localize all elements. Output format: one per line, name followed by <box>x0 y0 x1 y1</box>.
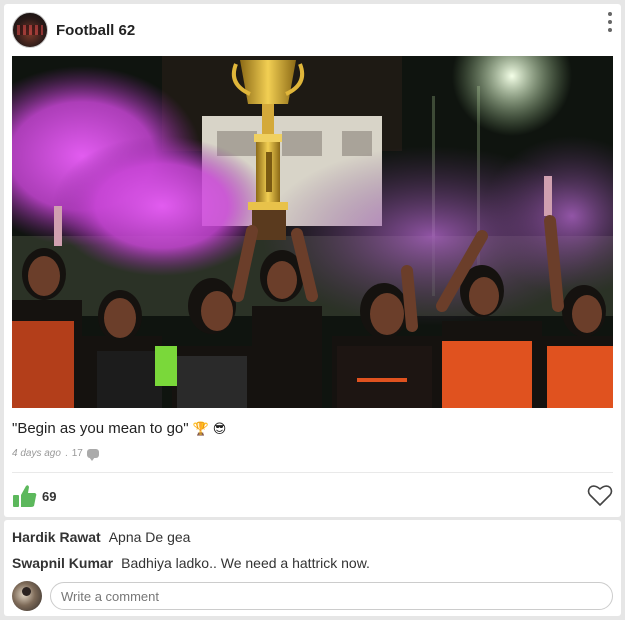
meta-separator: . <box>64 448 68 459</box>
trophy-emoji-icon: 🏆 <box>192 421 209 436</box>
thumbs-up-icon[interactable] <box>12 483 38 509</box>
page: Football 62 "Begin as you mean to go" 🏆 … <box>0 0 625 620</box>
post-header: Football 62 <box>12 12 613 48</box>
post-card: Football 62 "Begin as you mean to go" 🏆 … <box>4 4 621 517</box>
comment-input[interactable] <box>50 582 613 610</box>
comment-bubble-icon[interactable] <box>86 449 99 461</box>
commenter-name[interactable]: Hardik Rawat <box>12 529 101 545</box>
current-user-avatar <box>12 581 42 611</box>
commenter-name[interactable]: Swapnil Kumar <box>12 555 113 571</box>
caption-text: "Begin as you mean to go" <box>12 420 189 437</box>
comment-item: Hardik Rawat Apna De gea <box>12 529 190 545</box>
post-caption: "Begin as you mean to go" 🏆 😎 <box>12 420 226 437</box>
author-name[interactable]: Football 62 <box>56 22 135 39</box>
comments-panel: Hardik Rawat Apna De gea Swapnil Kumar Bad… <box>4 520 621 616</box>
like-button[interactable]: 69 <box>12 482 56 510</box>
post-meta: 4 days ago . 17 <box>12 448 99 461</box>
comment-text: Badhiya ladko.. We need a hattrick now. <box>121 555 370 571</box>
comment-text: Apna De gea <box>108 529 191 545</box>
cool-face-emoji-icon: 😎 <box>212 421 227 436</box>
author-avatar[interactable] <box>12 12 48 48</box>
comment-item: Swapnil Kumar Badhiya ladko.. We need a h… <box>12 555 370 571</box>
divider <box>12 472 613 473</box>
post-photo[interactable] <box>12 56 613 408</box>
comment-count[interactable]: 17 <box>72 448 83 459</box>
post-time: 4 days ago <box>12 448 61 459</box>
more-options-icon[interactable] <box>605 12 615 32</box>
heart-icon[interactable] <box>587 483 613 507</box>
like-count: 69 <box>42 488 57 504</box>
